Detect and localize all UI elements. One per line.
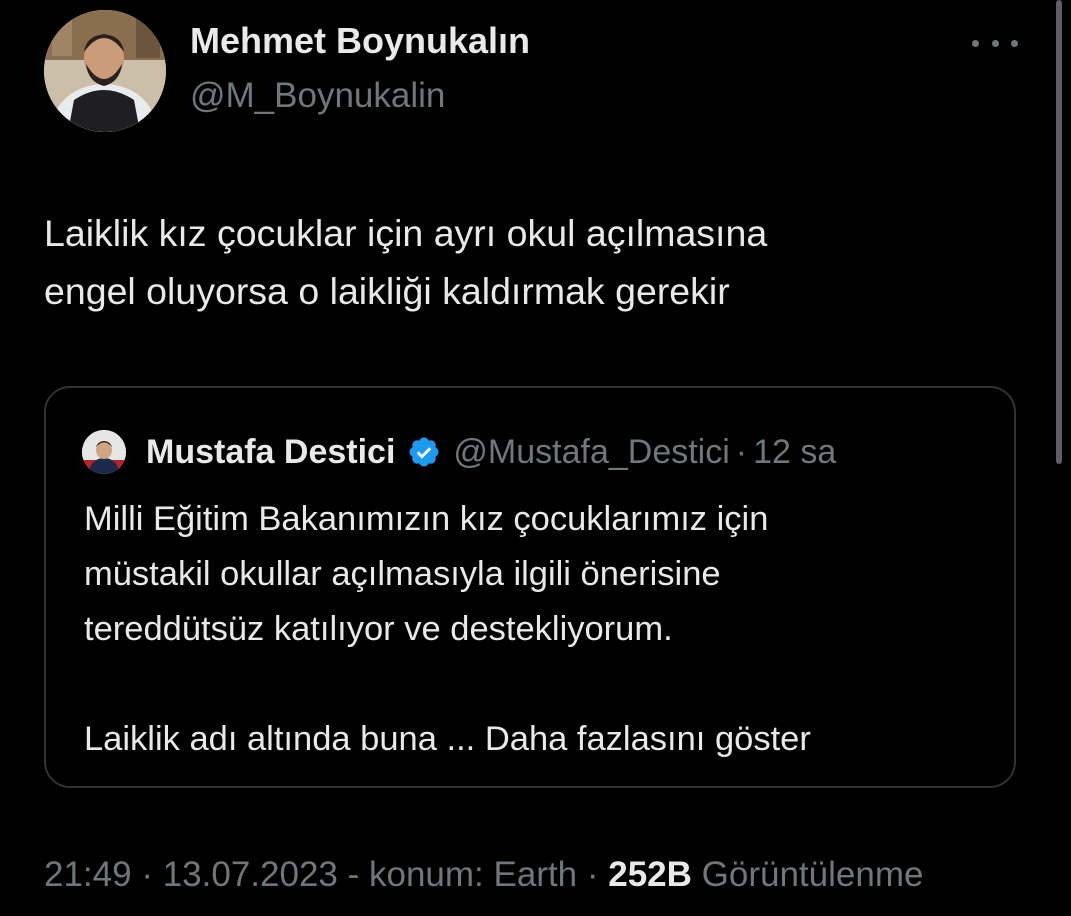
separator-dot: · <box>735 432 748 471</box>
show-more-link[interactable]: Daha fazlasını göster <box>485 720 811 758</box>
quoted-tweet-line: tereddütsüz katılıyor ve destekliyorum. <box>84 610 673 648</box>
more-dot <box>991 39 999 47</box>
views-label[interactable]: Görüntülenme <box>692 855 924 894</box>
tweet-text: Laiklik kız çocuklar için ayrı okul açıl… <box>44 204 1024 320</box>
scrollbar[interactable] <box>1056 0 1062 464</box>
author-display-name[interactable]: Mehmet Boynukalın <box>190 20 530 62</box>
quoted-tweet-line: Laiklik adı altında buna ... Daha fazlas… <box>84 712 1004 767</box>
quoted-tweet-line: müstakil okullar açılmasıyla ilgili öner… <box>84 555 721 593</box>
quoted-tweet-line: Milli Eğitim Bakanımızın kız çocuklarımı… <box>84 500 769 538</box>
author-avatar[interactable] <box>44 10 166 132</box>
quoted-tweet-truncated-text: Laiklik adı altında buna ... <box>84 720 485 758</box>
quoted-tweet-header: Mustafa Destici @Mustafa_Destici · 12 sa <box>146 430 836 474</box>
quoted-author-name[interactable]: Mustafa Destici <box>146 433 395 472</box>
tweet-date[interactable]: 13.07.2023 <box>163 855 338 894</box>
tweet-time[interactable]: 21:49 <box>44 855 132 894</box>
quoted-author-avatar[interactable] <box>82 430 126 474</box>
verified-badge-icon <box>409 437 439 467</box>
quoted-author-handle[interactable]: @Mustafa_Destici <box>453 433 729 472</box>
tweet-line: Laiklik kız çocuklar için ayrı okul açıl… <box>44 212 768 254</box>
quoted-tweet-card[interactable]: Mustafa Destici @Mustafa_Destici · 12 sa… <box>44 386 1016 788</box>
meta-separator: · <box>577 855 609 894</box>
more-dots-icon[interactable] <box>972 30 1018 56</box>
views-count[interactable]: 252B <box>608 855 692 894</box>
quoted-tweet-text: Milli Eğitim Bakanımızın kız çocuklarımı… <box>84 492 1004 767</box>
more-dot <box>972 39 979 47</box>
tweet-meta: 21:49 · 13.07.2023 - konum: Earth · 252B… <box>44 855 923 895</box>
tweet-line: engel oluyorsa o laikliği kaldırmak gere… <box>44 270 730 312</box>
quoted-tweet-time[interactable]: 12 sa <box>753 433 836 472</box>
author-handle[interactable]: @M_Boynukalin <box>190 76 445 116</box>
more-dot <box>1011 39 1018 47</box>
tweet-location: - konum: Earth <box>337 855 578 894</box>
meta-separator: · <box>131 855 163 894</box>
